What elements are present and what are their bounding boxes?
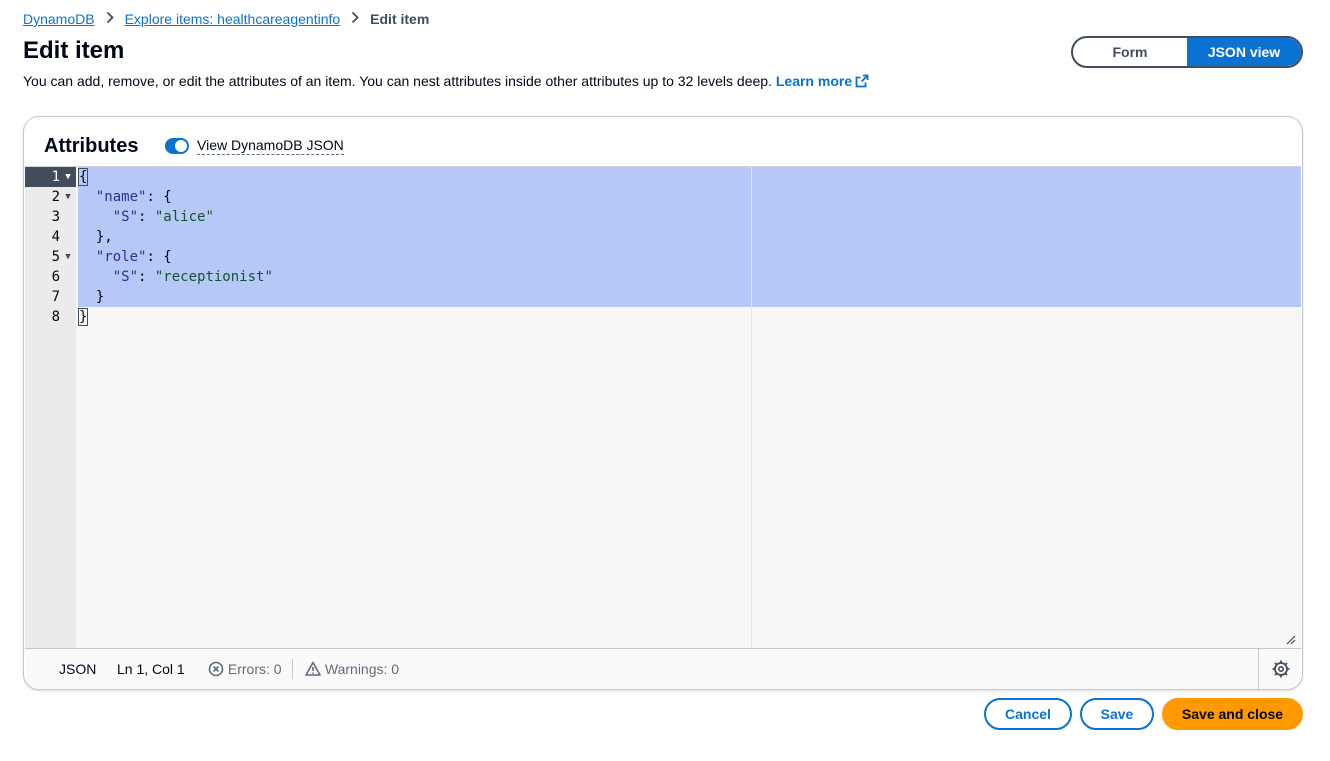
- page-title: Edit item: [23, 37, 125, 64]
- fold-arrow-icon[interactable]: ▼: [62, 187, 74, 207]
- code-line: "S": "alice": [79, 207, 273, 227]
- line-number-label: 6: [51, 269, 60, 285]
- json-punctuation-token: [79, 189, 96, 205]
- status-errors-label: Errors: 0: [227, 661, 282, 677]
- attributes-title: Attributes: [44, 135, 139, 157]
- resize-handle-icon[interactable]: [1286, 635, 1296, 645]
- json-punctuation-token: [79, 269, 113, 285]
- json-punctuation-token: }: [77, 308, 89, 326]
- status-divider: [1258, 649, 1259, 689]
- json-key-token: "S": [112, 209, 139, 225]
- cancel-button[interactable]: Cancel: [984, 698, 1072, 730]
- code-lines: { "name": { "S": "alice" }, "role": { "S…: [77, 167, 273, 327]
- save-and-close-button[interactable]: Save and close: [1162, 698, 1303, 730]
- code-line: }: [77, 307, 273, 327]
- toggle-knob: [175, 140, 187, 152]
- view-dynamodb-json-toggle[interactable]: [165, 138, 189, 154]
- json-view-button[interactable]: JSON view: [1187, 38, 1301, 66]
- status-warnings-label: Warnings: 0: [324, 661, 400, 677]
- editor-gutter: 1 ▼ 2 ▼ 3 4 5 ▼ 6 7 8: [25, 167, 76, 649]
- json-key-token: "role": [95, 249, 147, 265]
- learn-more-link[interactable]: Learn more: [776, 73, 869, 89]
- form-view-button[interactable]: Form: [1073, 38, 1187, 66]
- line-number-label: 2: [51, 189, 60, 205]
- code-line: "name": {: [79, 187, 273, 207]
- view-mode-toggle: Form JSON view: [1071, 36, 1303, 68]
- print-margin: [751, 167, 752, 649]
- gear-icon[interactable]: [1271, 659, 1291, 679]
- status-cursor-position: Ln 1, Col 1: [117, 661, 185, 677]
- line-number-label: 7: [51, 289, 60, 305]
- line-number: 6: [25, 267, 76, 287]
- page-description: You can add, remove, or edit the attribu…: [23, 73, 869, 89]
- json-key-token: "S": [112, 269, 139, 285]
- json-code-editor[interactable]: 1 ▼ 2 ▼ 3 4 5 ▼ 6 7 8 { "name": { "S": "alice" }, …: [25, 166, 1301, 649]
- json-punctuation-token: },: [79, 229, 113, 245]
- line-number: 4: [25, 227, 76, 247]
- fold-arrow-icon[interactable]: ▼: [62, 247, 74, 267]
- code-line: }: [79, 287, 273, 307]
- view-dynamodb-json-label[interactable]: View DynamoDB JSON: [197, 137, 344, 155]
- json-punctuation-token: [79, 249, 96, 265]
- json-string-token: "receptionist": [154, 269, 273, 285]
- line-numbers: 1 ▼ 2 ▼ 3 4 5 ▼ 6 7 8: [25, 167, 76, 327]
- save-button[interactable]: Save: [1080, 698, 1154, 730]
- line-number: 2 ▼: [25, 187, 76, 207]
- breadcrumb-current: Edit item: [370, 11, 430, 27]
- json-punctuation-token: }: [79, 289, 105, 305]
- chevron-right-icon: [106, 11, 114, 28]
- fold-arrow-icon[interactable]: ▼: [62, 167, 74, 187]
- breadcrumb-dynamodb-link[interactable]: DynamoDB: [23, 11, 95, 27]
- line-number-label: 4: [51, 229, 60, 245]
- description-text: You can add, remove, or edit the attribu…: [23, 73, 772, 89]
- line-number: 7: [25, 287, 76, 307]
- status-errors[interactable]: Errors: 0: [208, 660, 282, 678]
- line-number: 8: [25, 307, 76, 327]
- code-line: "S": "receptionist": [79, 267, 273, 287]
- line-number-label: 1: [51, 169, 60, 185]
- editor-code-area[interactable]: { "name": { "S": "alice" }, "role": { "S…: [76, 167, 1301, 649]
- editor-status-bar: JSON Ln 1, Col 1 Errors: 0 Warnings: 0: [25, 648, 1301, 689]
- line-number-label: 3: [51, 209, 60, 225]
- attributes-container: Attributes View DynamoDB JSON 1 ▼ 2 ▼ 3 4 5 ▼ 6 7…: [23, 116, 1303, 690]
- json-punctuation-token: :: [138, 269, 155, 285]
- status-divider: [292, 659, 293, 679]
- code-line: },: [79, 227, 273, 247]
- learn-more-label: Learn more: [775, 73, 853, 89]
- line-number: 1 ▼: [25, 167, 76, 187]
- json-punctuation-token: : {: [146, 249, 172, 265]
- status-language: JSON: [59, 661, 97, 677]
- warning-triangle-icon: [305, 661, 321, 676]
- json-punctuation-token: [79, 209, 113, 225]
- line-number-label: 5: [51, 249, 60, 265]
- breadcrumb: DynamoDB Explore items: healthcareagenti…: [23, 9, 429, 29]
- line-number: 3: [25, 207, 76, 227]
- line-number-label: 8: [51, 309, 60, 325]
- status-warnings[interactable]: Warnings: 0: [305, 660, 399, 678]
- json-punctuation-token: : {: [146, 189, 172, 205]
- code-line: {: [77, 167, 273, 187]
- external-link-icon: [855, 74, 869, 88]
- json-punctuation-token: {: [77, 168, 89, 186]
- json-key-token: "name": [95, 189, 147, 205]
- json-string-token: "alice": [154, 209, 214, 225]
- line-number: 5 ▼: [25, 247, 76, 267]
- breadcrumb-explore-items-link[interactable]: Explore items: healthcareagentinfo: [125, 11, 341, 27]
- json-punctuation-token: :: [138, 209, 155, 225]
- chevron-right-icon: [351, 11, 359, 28]
- code-line: "role": {: [79, 247, 273, 267]
- error-circle-icon: [208, 661, 224, 677]
